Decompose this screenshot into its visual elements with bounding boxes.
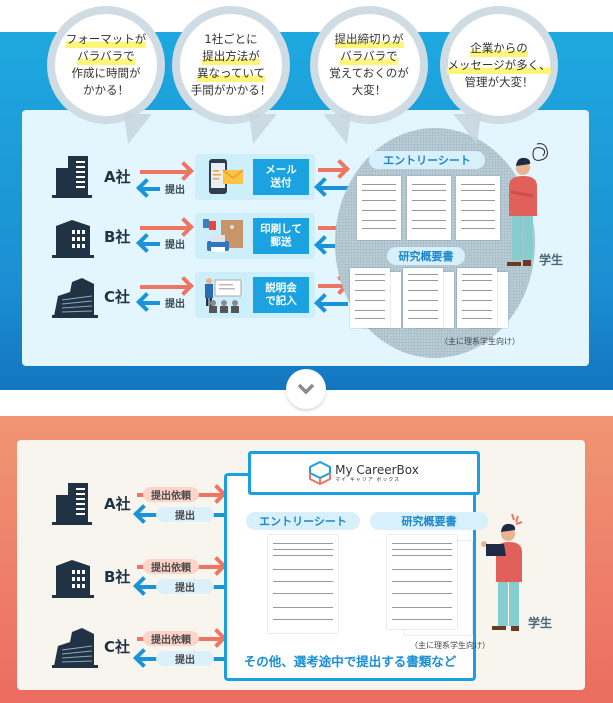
research-summary-document [350,268,390,328]
office-building-icon [52,483,92,525]
research-summary-document [457,268,497,328]
request-arrow [318,284,344,288]
company-name: B社 [104,228,131,246]
entry-sheet-document [268,535,338,633]
method-label-line: 説明会 [265,282,297,294]
office-building-icon [52,156,92,198]
method-briefing: 説明会 で記入 [195,272,315,318]
company-c: C社 [52,274,142,318]
happy-student-illustration [481,513,523,631]
pain-point-bubble-method: 1社ごとに 提出方法が 異なっていて 手間がかかる！ [172,6,290,144]
bubble-line: 作成に時間が [71,66,141,80]
office-building-icon [52,220,94,258]
company-c: C社 [52,624,142,668]
research-summary-label: 研究概要書 [387,247,465,265]
bubble-line: 大変！ [351,83,387,97]
submit-arrow [142,301,160,305]
research-summary-label: 研究概要書 [370,512,488,530]
company-name: C社 [104,638,131,656]
company-name: C社 [104,288,131,306]
research-summary-document [387,535,457,629]
method-label-line: 送付 [270,177,292,189]
research-note: （主に理系学生向け） [410,641,490,650]
bubble-line: メッセージが多く、 [447,56,551,74]
pain-point-bubble-messages: 企業からの メッセージが多く、 管理が大変！ [440,6,558,144]
bubble-line: 提出締切りが [334,31,404,48]
submit-arrow [142,187,160,191]
company-b: B社 [52,554,142,598]
method-label-line: で記入 [265,295,297,307]
method-label-line: メール [265,164,297,176]
bubble-line: 企業からの [470,39,528,57]
request-label: 提出依頼 [143,631,199,646]
submit-label: 提出 [165,299,185,310]
request-arrow [140,226,188,230]
company-a: A社 [52,154,142,198]
method-label: 印刷して 郵送 [253,218,309,254]
submit-label: 提出 [156,651,214,666]
mycareerbox-logo-box: My CareerBox マイ キャリア ボックス [248,451,480,495]
entry-sheet-label: エントリーシート [246,512,360,530]
submit-arrow [142,242,160,246]
bubble-line: 異なっていて [196,65,266,82]
pain-point-bubble-format: フォーマットが バラバラで 作成に時間が かかる！ [47,6,165,144]
company-name: A社 [104,495,131,513]
scroll-down-button[interactable] [286,369,326,409]
bubble-line: バラバラで [77,48,135,65]
office-building-icon [52,560,94,598]
student-label: 学生 [539,253,564,267]
office-building-icon [52,628,98,668]
submit-label: 提出 [165,240,185,251]
smartphone-mail-icon [209,159,244,194]
method-label: 説明会 で記入 [253,277,309,313]
method-email: メール 送付 [195,154,315,200]
mycareerbox-cube-logo-icon [309,461,332,485]
bubble-line: バラバラで [340,48,398,65]
presentation-icon [205,278,242,313]
company-name: A社 [104,168,131,186]
company-a: A社 [52,481,142,525]
request-label: 提出依頼 [143,487,199,502]
logo-name: My CareerBox [335,462,419,477]
method-label-line: 郵送 [270,236,292,248]
bubble-line: かかる！ [83,83,129,97]
bubble-line: フォーマットが [65,31,147,48]
bubble-line: 提出方法が [202,48,260,65]
entry-sheet-document [407,176,451,240]
research-note: （主に理系学生向け） [440,337,520,346]
other-documents-label: その他、選考途中で提出する書類など [243,654,457,669]
request-arrow [318,168,344,172]
company-name: B社 [104,568,131,586]
bubble-line: 手間がかかる！ [190,83,272,97]
bubble-line: 管理が大変！ [464,74,534,89]
submit-label: 提出 [156,579,214,594]
research-summary-document [403,268,443,328]
method-postal: 印刷して 郵送 [195,213,315,259]
request-label: 提出依頼 [143,559,199,574]
submit-label: 提出 [156,507,214,522]
method-label: メール 送付 [253,159,309,195]
bubble-line: 1社ごとに [204,32,258,46]
office-building-icon [52,278,98,318]
student-label: 学生 [528,616,553,630]
printer-envelope-icon [203,219,243,252]
entry-sheet-document [456,176,500,240]
bubble-line: 覚えておくのが [329,66,409,80]
request-arrow [140,170,188,174]
chevron-down-icon [297,383,315,395]
pain-point-bubble-deadline: 提出締切りが バラバラで 覚えておくのが 大変！ [310,6,428,144]
submit-arrow [320,186,348,190]
entry-sheet-document [357,176,401,240]
submit-arrow [320,302,348,306]
method-label-line: 印刷して [260,223,302,235]
request-arrow [140,285,188,289]
logo-kana: マイ キャリア ボックス [335,476,401,483]
company-b: B社 [52,214,142,258]
submit-label: 提出 [165,185,185,196]
entry-sheet-label: エントリーシート [369,151,485,169]
